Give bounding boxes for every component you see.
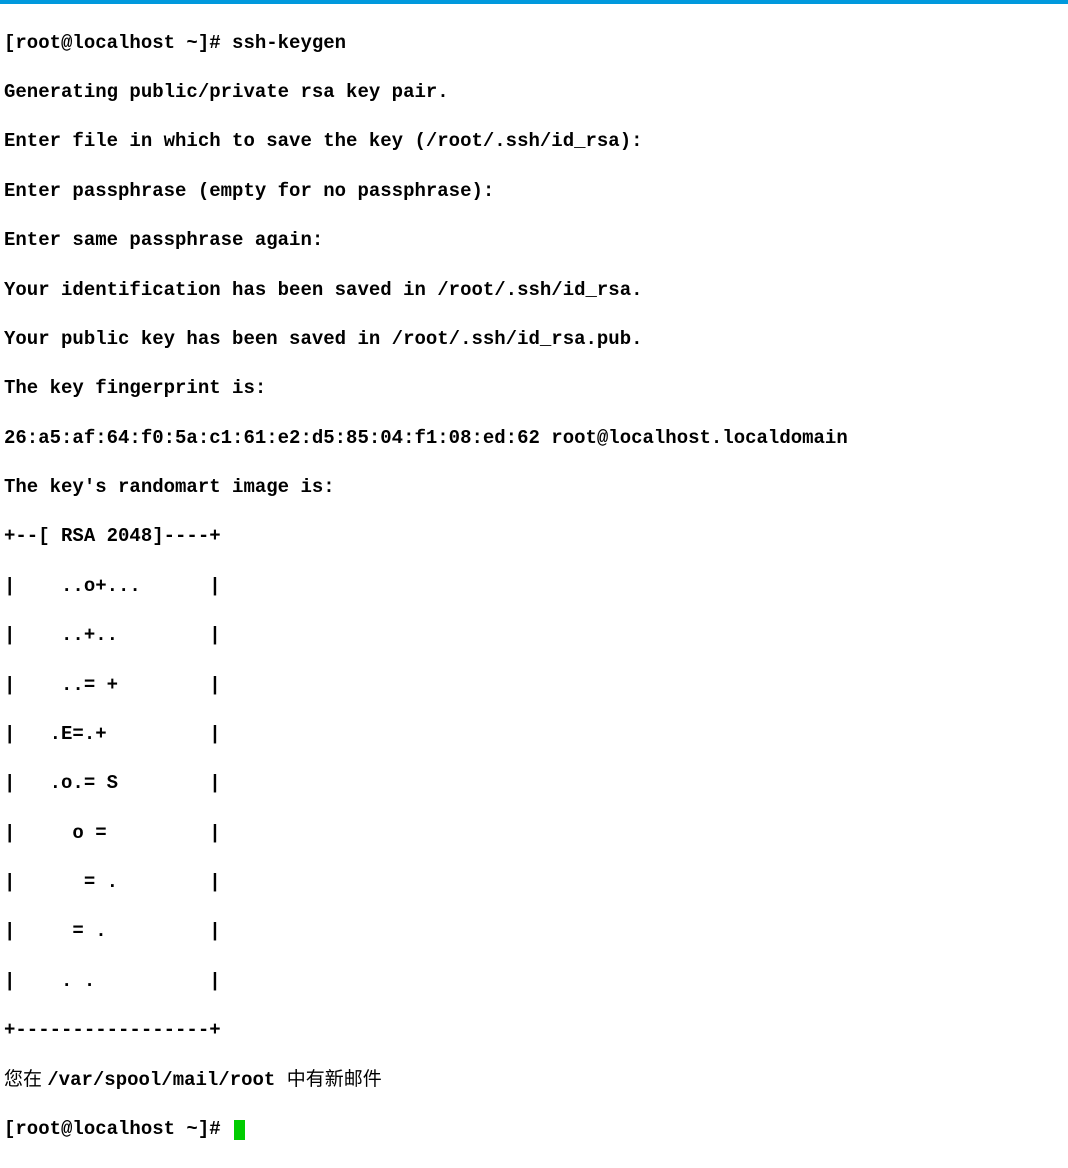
terminal-output-region[interactable]: [root@localhost ~]# ssh-keygen Generatin… xyxy=(0,4,1068,1168)
randomart-line: | .E=.+ | xyxy=(4,722,1064,747)
randomart-line: +--[ RSA 2048]----+ xyxy=(4,524,1064,549)
output-line: The key's randomart image is: xyxy=(4,475,1064,500)
output-line: Your public key has been saved in /root/… xyxy=(4,327,1064,352)
mail-text-prefix: 您在 xyxy=(4,1069,47,1090)
mail-path: /var/spool/mail/root xyxy=(47,1069,286,1091)
randomart-line: | . . | xyxy=(4,969,1064,994)
output-fingerprint: 26:a5:af:64:f0:5a:c1:61:e2:d5:85:04:f1:0… xyxy=(4,426,1064,451)
output-line: Enter same passphrase again: xyxy=(4,228,1064,253)
randomart-line: | ..= + | xyxy=(4,673,1064,698)
prompt-line-1: [root@localhost ~]# ssh-keygen xyxy=(4,31,1064,56)
mail-text-suffix: 中有新邮件 xyxy=(287,1069,382,1090)
mail-notification: 您在 /var/spool/mail/root 中有新邮件 xyxy=(4,1068,1064,1093)
prompt-prefix: [root@localhost ~]# xyxy=(4,32,232,54)
output-line: Generating public/private rsa key pair. xyxy=(4,80,1064,105)
output-line: Your identification has been saved in /r… xyxy=(4,278,1064,303)
output-line: Enter passphrase (empty for no passphras… xyxy=(4,179,1064,204)
randomart-line: | .o.= S | xyxy=(4,771,1064,796)
cursor xyxy=(234,1120,245,1140)
randomart-line: | ..+.. | xyxy=(4,623,1064,648)
command-input: ssh-keygen xyxy=(232,32,346,54)
randomart-line: | o = | xyxy=(4,821,1064,846)
randomart-line: +-----------------+ xyxy=(4,1018,1064,1043)
output-line: Enter file in which to save the key (/ro… xyxy=(4,129,1064,154)
randomart-line: | = . | xyxy=(4,919,1064,944)
randomart-line: | ..o+... | xyxy=(4,574,1064,599)
output-line: The key fingerprint is: xyxy=(4,376,1064,401)
prompt-line-2[interactable]: [root@localhost ~]# xyxy=(4,1117,1064,1142)
prompt-prefix: [root@localhost ~]# xyxy=(4,1118,232,1140)
randomart-line: | = . | xyxy=(4,870,1064,895)
